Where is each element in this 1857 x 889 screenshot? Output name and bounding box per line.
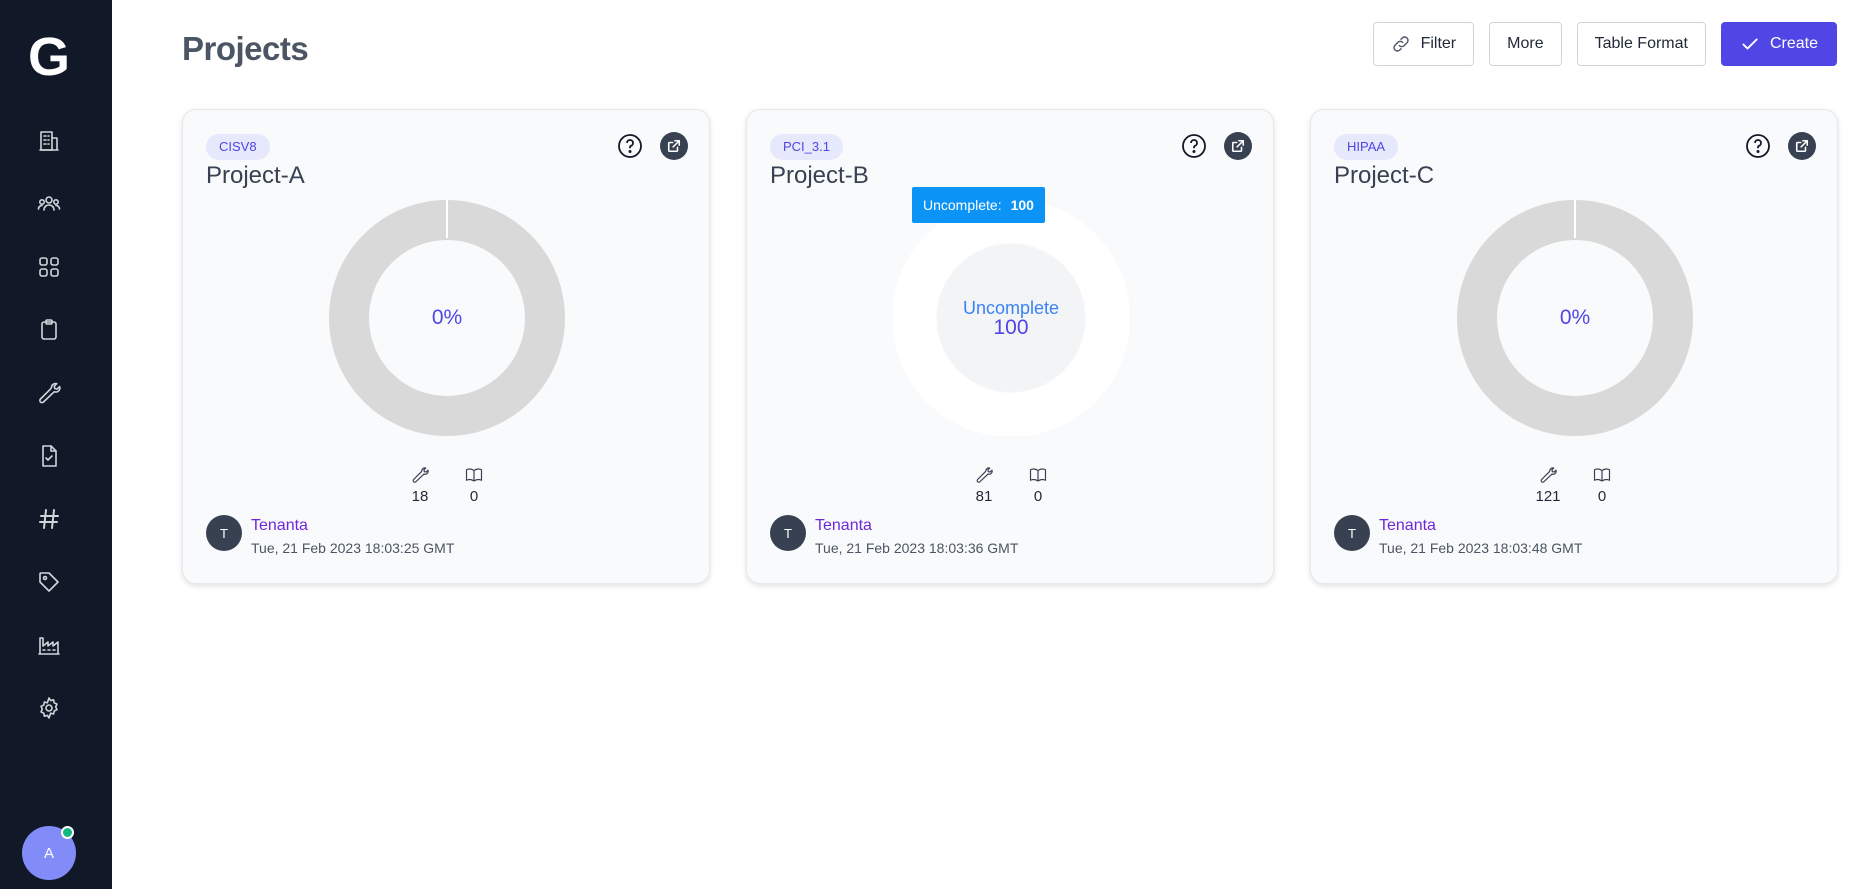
owner-name[interactable]: Tenanta bbox=[1379, 517, 1436, 535]
framework-badge: CISV8 bbox=[206, 134, 270, 160]
created-date: Tue, 21 Feb 2023 18:03:25 GMT bbox=[251, 540, 455, 556]
owner-name[interactable]: Tenanta bbox=[815, 517, 872, 535]
tag-icon[interactable] bbox=[32, 565, 66, 599]
policies-count: 0 bbox=[469, 488, 479, 505]
filter-button[interactable]: Filter bbox=[1372, 22, 1475, 66]
more-button-label: More bbox=[1507, 35, 1544, 52]
policies-stat: 0 bbox=[1587, 466, 1617, 505]
remediations-stat: 81 bbox=[969, 466, 999, 505]
toolbar: Filter More Table Format Create bbox=[1372, 22, 1837, 66]
policies-count: 0 bbox=[1033, 488, 1043, 505]
table-format-button[interactable]: Table Format bbox=[1576, 22, 1706, 66]
page-title: Projects bbox=[182, 30, 309, 67]
remediations-stat: 18 bbox=[405, 466, 435, 505]
created-date: Tue, 21 Feb 2023 18:03:36 GMT bbox=[815, 540, 1019, 556]
hashtag-icon[interactable] bbox=[32, 502, 66, 536]
framework-badge: PCI_3.1 bbox=[770, 134, 843, 160]
tooltip-value: 100 bbox=[1010, 197, 1034, 213]
donut-center-label: 0% bbox=[1457, 200, 1693, 436]
table-format-button-label: Table Format bbox=[1594, 35, 1688, 52]
owner-avatar: T bbox=[206, 515, 242, 551]
clipboard-icon[interactable] bbox=[32, 313, 66, 347]
donut-center-label: 0% bbox=[329, 200, 565, 436]
users-icon[interactable] bbox=[32, 187, 66, 221]
project-name[interactable]: Project-A bbox=[206, 162, 305, 190]
external-link-icon[interactable] bbox=[1224, 132, 1252, 160]
sidebar: G A bbox=[0, 0, 112, 889]
project-card[interactable]: PCI_3.1 Project-B Uncomplete 100 Uncompl… bbox=[746, 109, 1274, 584]
wrench-icon bbox=[976, 467, 993, 483]
donut-center-label: Uncomplete 100 bbox=[893, 200, 1129, 436]
owner-avatar: T bbox=[1334, 515, 1370, 551]
tooltip-label: Uncomplete: bbox=[923, 197, 1002, 213]
completion-percent: 0% bbox=[431, 306, 463, 329]
created-date: Tue, 21 Feb 2023 18:03:48 GMT bbox=[1379, 540, 1583, 556]
help-icon[interactable] bbox=[1744, 132, 1772, 160]
create-button[interactable]: Create bbox=[1720, 22, 1837, 66]
online-status-dot bbox=[61, 826, 74, 839]
book-icon bbox=[465, 468, 483, 482]
more-button[interactable]: More bbox=[1489, 22, 1562, 66]
gear-icon[interactable] bbox=[32, 691, 66, 725]
completion-percent: 0% bbox=[1559, 306, 1591, 329]
remediations-count: 18 bbox=[411, 488, 429, 505]
hover-status-label: Uncomplete bbox=[962, 298, 1060, 318]
hover-status-value: 100 bbox=[993, 316, 1029, 339]
wrench-icon bbox=[1540, 467, 1557, 483]
help-icon[interactable] bbox=[616, 132, 644, 160]
owner-name[interactable]: Tenanta bbox=[251, 517, 308, 535]
remediations-count: 121 bbox=[1535, 488, 1561, 505]
policies-count: 0 bbox=[1597, 488, 1607, 505]
help-icon[interactable] bbox=[1180, 132, 1208, 160]
create-button-label: Create bbox=[1769, 35, 1818, 52]
check-icon bbox=[1742, 38, 1758, 50]
book-icon bbox=[1029, 468, 1047, 482]
project-card[interactable]: CISV8 Project-A 0% 18 0 T Tenanta Tue, 2… bbox=[182, 109, 710, 584]
wrench-icon bbox=[412, 467, 429, 483]
book-icon bbox=[1593, 468, 1611, 482]
policies-stat: 0 bbox=[459, 466, 489, 505]
owner-avatar: T bbox=[770, 515, 806, 551]
project-name[interactable]: Project-B bbox=[770, 162, 869, 190]
filter-button-label: Filter bbox=[1420, 35, 1457, 52]
remediations-stat: 121 bbox=[1533, 466, 1563, 505]
grid-icon[interactable] bbox=[32, 250, 66, 284]
project-card[interactable]: HIPAA Project-C 0% 121 0 T Tenanta Tue, … bbox=[1310, 109, 1838, 584]
wrench-icon[interactable] bbox=[32, 376, 66, 410]
framework-badge: HIPAA bbox=[1334, 134, 1399, 160]
external-link-icon[interactable] bbox=[660, 132, 688, 160]
chart-tooltip: Uncomplete: 100 bbox=[912, 187, 1045, 223]
remediations-count: 81 bbox=[975, 488, 993, 505]
policies-stat: 0 bbox=[1023, 466, 1053, 505]
factory-icon[interactable] bbox=[32, 628, 66, 662]
app-logo[interactable]: G bbox=[26, 30, 72, 84]
external-link-icon[interactable] bbox=[1788, 132, 1816, 160]
project-name[interactable]: Project-C bbox=[1334, 162, 1434, 190]
document-check-icon[interactable] bbox=[32, 439, 66, 473]
link-icon bbox=[1392, 36, 1409, 52]
building-icon[interactable] bbox=[32, 124, 66, 158]
